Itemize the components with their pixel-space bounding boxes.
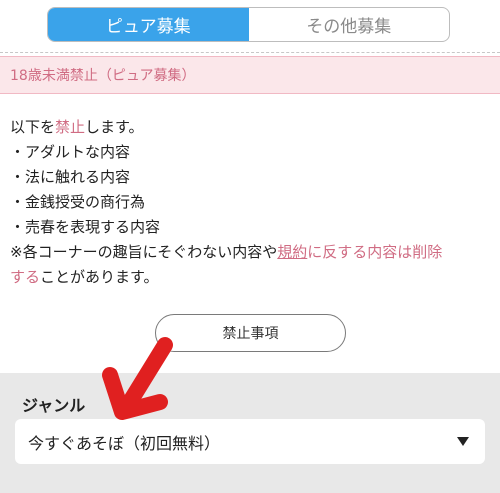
rule-item: ・アダルトな内容 <box>10 143 131 161</box>
post-type-tabs: ピュア募集 その他募集 <box>47 7 450 42</box>
rules-intro-suffix: します。 <box>85 118 144 136</box>
rules-intro-prohibit: 禁止 <box>55 118 86 136</box>
rules-note-line2: することがあります。 <box>10 265 490 290</box>
caret-down-icon <box>457 437 469 446</box>
rule-item: ・法に触れる内容 <box>10 168 131 186</box>
tab-other-recruit[interactable]: その他募集 <box>249 8 450 41</box>
rules-note-text: ※各コーナーの趣旨にそぐわない内容や <box>10 243 278 261</box>
rules-intro-prefix: 以下を <box>10 118 56 136</box>
terms-link[interactable]: 規約 <box>277 243 307 261</box>
section-divider <box>0 52 500 53</box>
age-restriction-bar: 18歳未満禁止（ピュア募集） <box>0 56 500 94</box>
rules-note-line1: ※各コーナーの趣旨にそぐわない内容や規約に反する内容は削除 <box>10 240 490 265</box>
rules-text: 以下を禁止します。 ・アダルトな内容 ・法に触れる内容 ・金銭授受の商行為 ・売… <box>10 115 490 290</box>
rules-note-pink-2: する <box>10 268 41 286</box>
rule-item: ・金銭授受の商行為 <box>10 193 146 211</box>
age-restriction-title: 18歳未満禁止（ピュア募集） <box>10 68 196 84</box>
tab-pure-recruit[interactable]: ピュア募集 <box>48 8 249 41</box>
genre-select[interactable]: 今すぐあそぼ（初回無料） <box>15 419 485 464</box>
rules-intro: 以下を禁止します。 <box>10 115 490 140</box>
genre-selected-value: 今すぐあそぼ（初回無料） <box>28 433 221 453</box>
rule-item: ・売春を表現する内容 <box>10 218 161 236</box>
rules-note-rest: ことがあります。 <box>40 268 159 286</box>
prohibited-items-label: 禁止事項 <box>222 326 279 342</box>
genre-label: ジャンル <box>22 396 86 415</box>
rules-note-pink: に反する内容は削除 <box>307 243 443 261</box>
prohibited-items-button[interactable]: 禁止事項 <box>155 314 346 352</box>
